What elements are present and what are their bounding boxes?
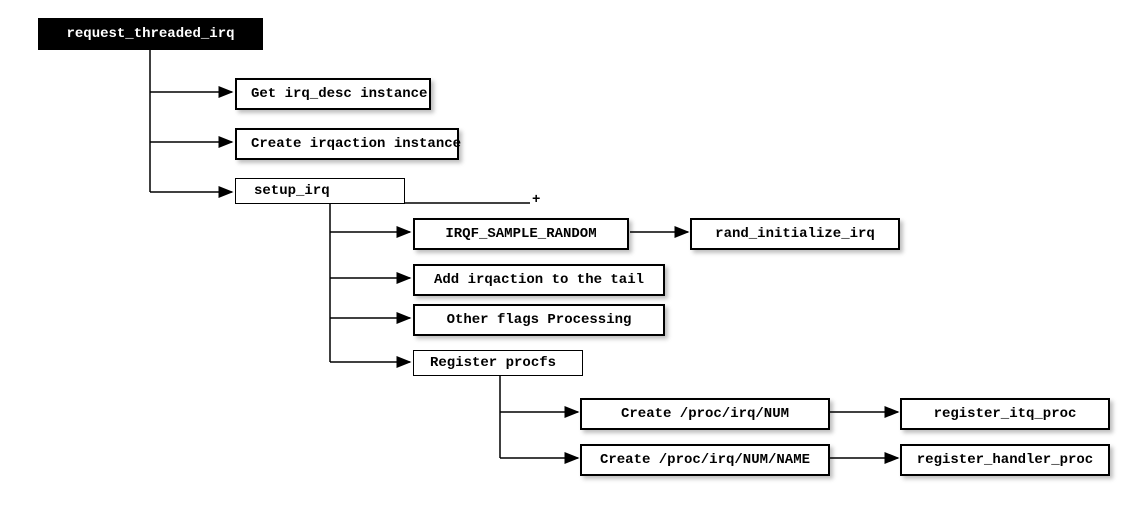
node-label: Create irqaction instance <box>251 136 461 152</box>
connectors <box>0 0 1140 518</box>
node-label: register_itq_proc <box>934 406 1077 422</box>
node-label: rand_initialize_irq <box>715 226 875 242</box>
node-label: IRQF_SAMPLE_RANDOM <box>445 226 596 242</box>
node-label: Register procfs <box>430 355 556 371</box>
node-register-itq-proc: register_itq_proc <box>900 398 1110 430</box>
node-other-flags: Other flags Processing <box>413 304 665 336</box>
node-label: Add irqaction to the tail <box>434 272 644 288</box>
node-label: Get irq_desc instance <box>251 86 427 102</box>
node-label: request_threaded_irq <box>66 26 234 42</box>
node-get-irq-desc: Get irq_desc instance <box>235 78 431 110</box>
node-register-procfs: Register procfs <box>413 350 583 376</box>
node-register-handler-proc: register_handler_proc <box>900 444 1110 476</box>
node-label: Create /proc/irq/NUM <box>621 406 789 422</box>
node-create-proc-irq-num: Create /proc/irq/NUM <box>580 398 830 430</box>
node-label: Create /proc/irq/NUM/NAME <box>600 452 810 468</box>
node-label: Other flags Processing <box>447 312 632 328</box>
node-create-proc-irq-num-name: Create /proc/irq/NUM/NAME <box>580 444 830 476</box>
node-irqf-sample-random: IRQF_SAMPLE_RANDOM <box>413 218 629 250</box>
node-setup-irq: setup_irq <box>235 178 405 204</box>
expand-icon[interactable]: + <box>532 192 540 208</box>
node-rand-initialize-irq: rand_initialize_irq <box>690 218 900 250</box>
plus-symbol: + <box>532 192 540 208</box>
node-label: register_handler_proc <box>917 452 1093 468</box>
node-create-irqaction: Create irqaction instance <box>235 128 459 160</box>
node-request-threaded-irq: request_threaded_irq <box>38 18 263 50</box>
node-label: setup_irq <box>254 183 330 199</box>
node-add-irqaction-tail: Add irqaction to the tail <box>413 264 665 296</box>
